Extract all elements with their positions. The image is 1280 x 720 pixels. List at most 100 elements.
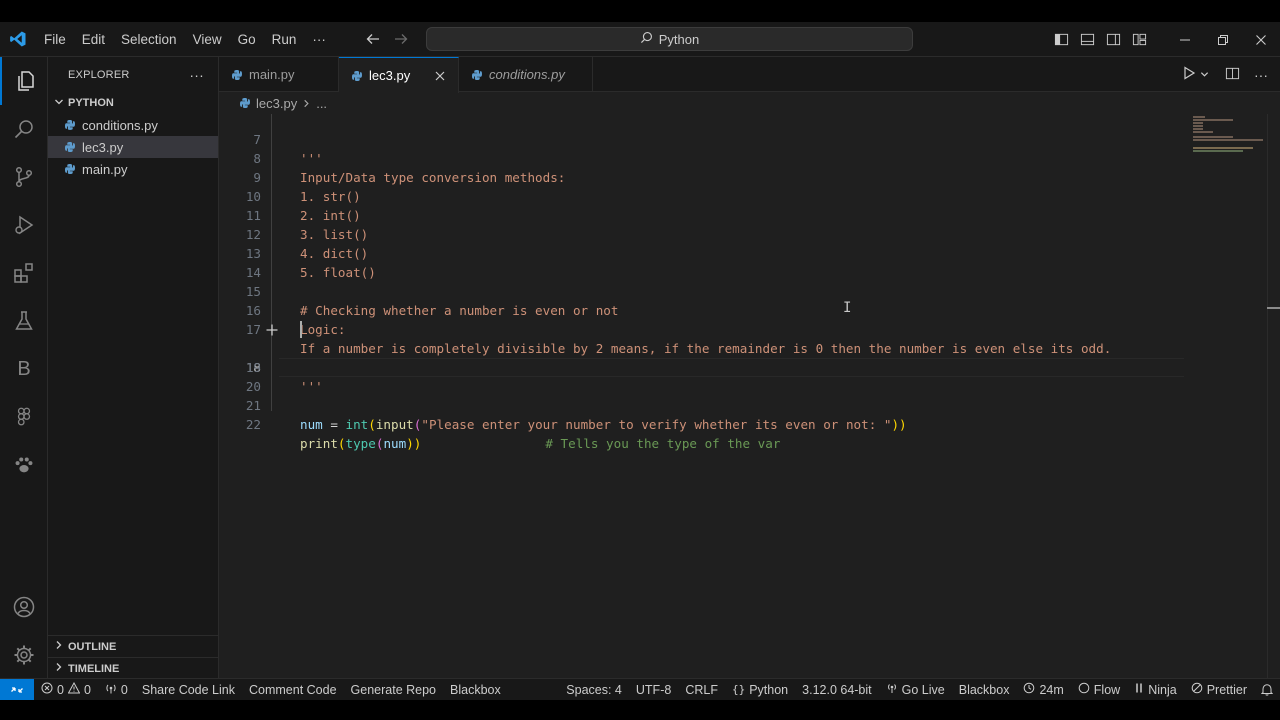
tab-lec3-py[interactable]: lec3.py <box>339 57 459 93</box>
settings-gear-icon[interactable] <box>0 631 48 679</box>
menu-selection[interactable]: Selection <box>113 22 185 57</box>
search-sidebar-icon[interactable] <box>0 105 48 153</box>
code-line: 13 5. float() <box>219 225 1187 280</box>
vertical-scrollbar[interactable] <box>1267 114 1280 678</box>
code-editor[interactable]: 7 ''' 8 Input/Data type conversion metho… <box>219 114 1187 678</box>
file-item-conditions[interactable]: conditions.py <box>48 114 218 136</box>
generate-repo-button[interactable]: Generate Repo <box>344 679 443 701</box>
run-python-file-icon[interactable] <box>1182 66 1196 83</box>
go-live-label: Go Live <box>901 682 945 697</box>
code-line: 12 4. dict() <box>219 206 1187 261</box>
toggle-primary-sidebar-icon[interactable] <box>1048 22 1074 57</box>
code-line: 22 print(type(num)) # Tells you the type … <box>219 396 1187 451</box>
timeline-label: TIMELINE <box>68 662 120 675</box>
indentation-button[interactable]: Spaces: 4 <box>559 679 629 701</box>
editor-actions: ··· <box>1182 57 1268 92</box>
remote-window-button[interactable] <box>0 678 34 700</box>
menu-view[interactable]: View <box>185 22 230 57</box>
tab-main-py[interactable]: main.py <box>219 57 339 92</box>
minimap-line <box>1193 119 1233 121</box>
minimize-icon[interactable] <box>1166 22 1204 57</box>
split-editor-icon[interactable] <box>1225 66 1240 84</box>
go-live-button[interactable]: Go Live <box>879 679 952 701</box>
more-actions-icon[interactable]: ··· <box>1254 67 1268 83</box>
close-tab-icon[interactable] <box>432 68 448 84</box>
comment-code-button[interactable]: Comment Code <box>242 679 344 701</box>
back-arrow-icon[interactable] <box>364 30 382 48</box>
ninja-label: Ninja <box>1148 682 1177 697</box>
testing-flask-icon[interactable] <box>0 297 48 345</box>
forward-arrow-icon[interactable] <box>392 30 410 48</box>
command-center-search[interactable]: Python <box>426 27 913 51</box>
timeline-section[interactable]: TIMELINE <box>48 657 219 679</box>
run-debug-icon[interactable] <box>0 201 48 249</box>
language-mode-button[interactable]: {} Python <box>725 679 795 701</box>
breadcrumb-symbols[interactable]: ... <box>316 96 327 111</box>
tab-label: conditions.py <box>489 67 565 82</box>
blackbox-button[interactable]: Blackbox <box>443 679 508 701</box>
file-item-lec3[interactable]: lec3.py <box>48 136 218 158</box>
token-paren: )) <box>406 436 422 451</box>
navigation-arrows <box>364 30 410 48</box>
extensions-icon[interactable] <box>0 249 48 297</box>
problems-indicator[interactable]: 0 0 <box>34 679 98 701</box>
menu-edit[interactable]: Edit <box>74 22 113 57</box>
folder-python[interactable]: PYTHON <box>48 92 218 114</box>
breadcrumb-file[interactable]: lec3.py <box>256 96 297 111</box>
chevron-down-icon <box>54 97 64 110</box>
explorer-header: EXPLORER ··· <box>48 57 218 92</box>
search-icon <box>640 31 653 47</box>
line-number: 22 <box>245 417 261 432</box>
minimap[interactable] <box>1187 114 1267 678</box>
menu-more[interactable]: ··· <box>304 22 334 57</box>
account-icon[interactable] <box>0 583 48 631</box>
blackbox-status-button[interactable]: Blackbox <box>952 679 1017 701</box>
broadcast-icon <box>886 682 898 697</box>
blackbox-b-icon[interactable]: B <box>0 345 48 393</box>
add-comment-plus-icon[interactable] <box>265 321 279 338</box>
figma-icon[interactable] <box>0 393 48 441</box>
interpreter-button[interactable]: 3.12.0 64-bit <box>795 679 879 701</box>
menu-file[interactable]: File <box>36 22 74 57</box>
explorer-more-actions[interactable]: ··· <box>189 67 204 83</box>
vscode-window: File Edit Selection View Go Run ··· Pyth… <box>0 22 1280 700</box>
minimap-line <box>1193 150 1243 152</box>
menu-run[interactable]: Run <box>264 22 305 57</box>
ninja-button[interactable]: Ninja <box>1127 679 1184 701</box>
code-line: 16 Logic: <box>219 282 1187 337</box>
explorer-title: EXPLORER <box>68 68 130 81</box>
encoding-button[interactable]: UTF-8 <box>629 679 678 701</box>
scrollbar-cursor-marker <box>1267 307 1280 309</box>
warning-icon <box>67 681 81 697</box>
share-code-link-button[interactable]: Share Code Link <box>135 679 242 701</box>
history-clock-icon <box>1023 682 1035 697</box>
text-cursor <box>300 321 302 338</box>
outline-section[interactable]: OUTLINE <box>48 635 219 657</box>
tab-conditions-py[interactable]: conditions.py <box>459 57 593 92</box>
paw-extension-icon[interactable] <box>0 441 48 489</box>
prettier-button[interactable]: Prettier <box>1184 679 1254 701</box>
file-item-main[interactable]: main.py <box>48 158 218 180</box>
chevron-down-icon[interactable] <box>1200 67 1209 82</box>
prettier-label: Prettier <box>1206 682 1247 697</box>
toggle-secondary-sidebar-icon[interactable] <box>1100 22 1126 57</box>
minimap-line <box>1193 136 1233 138</box>
minimap-line <box>1193 139 1263 141</box>
warning-count: 0 <box>83 682 91 697</box>
ports-indicator[interactable]: 0 <box>98 679 135 701</box>
restore-icon[interactable] <box>1204 22 1242 57</box>
mouse-ibeam-cursor-icon: I <box>843 300 852 316</box>
source-control-icon[interactable] <box>0 153 48 201</box>
code-text: num = int(input("Please enter your numbe… <box>300 415 907 434</box>
explorer-files-icon[interactable] <box>0 57 48 105</box>
session-timer[interactable]: 24m <box>1016 679 1070 701</box>
customize-layout-icon[interactable] <box>1126 22 1152 57</box>
explorer-sidebar: EXPLORER ··· PYTHON conditions.py lec3.p… <box>48 57 219 678</box>
menu-go[interactable]: Go <box>230 22 264 57</box>
flow-button[interactable]: Flow <box>1071 679 1127 701</box>
close-window-icon[interactable] <box>1242 22 1280 57</box>
status-bar-right: Spaces: 4 UTF-8 CRLF {} Python 3.12.0 64… <box>559 679 1280 701</box>
notifications-bell-icon[interactable] <box>1254 679 1280 701</box>
toggle-panel-icon[interactable] <box>1074 22 1100 57</box>
eol-button[interactable]: CRLF <box>678 679 725 701</box>
